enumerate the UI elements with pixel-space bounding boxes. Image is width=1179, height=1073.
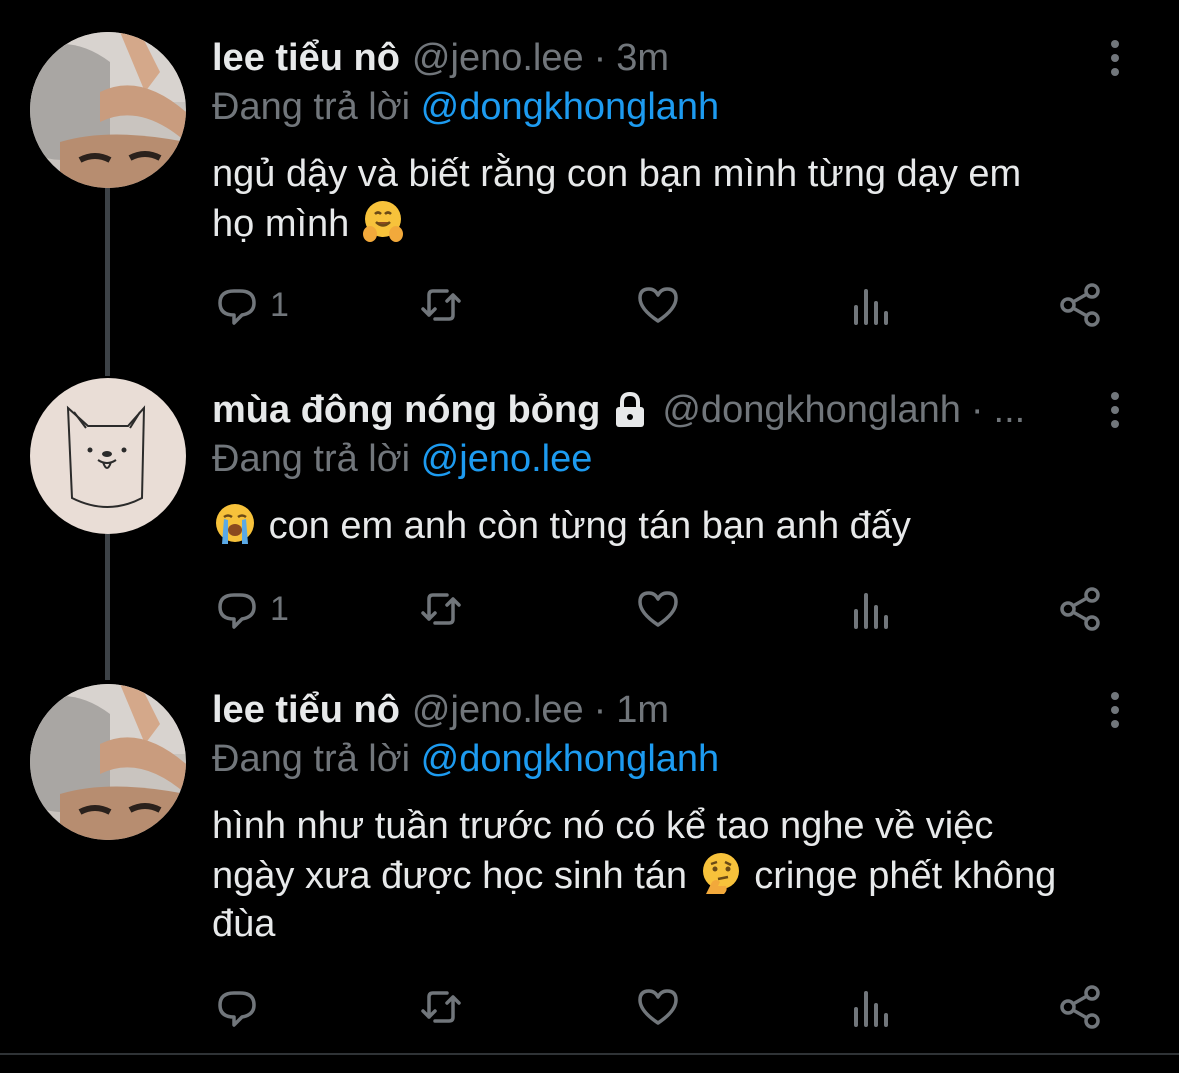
share-button[interactable] [1056,982,1104,1032]
tweet-header: lee tiểu nô @jeno.lee · 3m [212,32,669,84]
tweet-text-line: họ mình [212,198,1152,248]
tweet[interactable]: lee tiểu nô @jeno.lee · 1m Đang trả lời … [0,684,1179,1044]
reply-count: 1 [270,589,289,628]
more-options-icon[interactable] [1100,690,1130,730]
heart-icon [638,989,678,1025]
replying-to-label: Đang trả lời [212,438,411,480]
timestamp[interactable]: 1m [616,689,669,732]
replying-to-line: Đang trả lời @dongkhonglanh [212,738,719,781]
analytics-button[interactable] [846,982,894,1032]
display-name[interactable]: lee tiểu nô [212,37,400,80]
user-handle[interactable]: @jeno.lee [412,689,584,732]
tweet[interactable]: lee tiểu nô @jeno.lee · 3m Đang trả lời … [0,32,1179,342]
tweet[interactable]: mùa đông nóng bỏng @dongkhonglanh · ... … [0,378,1179,644]
photo-avatar-image [30,32,186,188]
retweet-icon [421,991,461,1023]
tweet-text-segment: cringe phết không [754,855,1057,897]
reply-count: 1 [270,285,289,324]
retweet-icon [421,289,461,321]
share-icon [1060,985,1100,1029]
retweet-icon [421,593,461,625]
analytics-icon [854,991,888,1027]
retweet-button[interactable] [417,280,465,330]
timestamp[interactable]: ... [994,389,1026,432]
dog-drawing-avatar-image [30,378,186,534]
photo-avatar-image [30,684,186,840]
loudly-crying-face-emoji [216,504,254,544]
tweet-actions: 1 [212,584,1112,634]
reply-button[interactable]: 1 [212,280,289,330]
replying-to-label: Đang trả lời [212,86,411,128]
reply-icon [218,289,256,325]
separator-dot: · [593,36,607,79]
reply-button[interactable]: 1 [212,584,289,634]
replying-to-label: Đang trả lời [212,738,411,780]
replying-to-link[interactable]: @dongkhonglanh [421,738,720,780]
avatar[interactable] [30,684,186,840]
user-handle[interactable]: @jeno.lee [412,37,584,80]
replying-to-link[interactable]: @jeno.lee [421,438,593,480]
replying-to-line: Đang trả lời @jeno.lee [212,438,592,481]
thinking-face-emoji [702,853,739,894]
analytics-button[interactable] [846,584,894,634]
tweet-actions: 1 [212,280,1112,330]
tweet-text-line: ngày xưa được học sinh tán cringe phết k… [212,850,1152,900]
tweet-header: lee tiểu nô @jeno.lee · 1m [212,684,669,736]
bottom-divider [0,1053,1179,1055]
share-icon [1060,283,1100,327]
tweet-text: con em anh còn từng tán bạn anh đấy [212,500,1152,550]
tweet-text-segment: ngày xưa được học sinh tán [212,855,688,897]
like-button[interactable] [634,584,682,634]
timestamp[interactable]: 3m [616,37,669,80]
tweet-text-line: đùa [212,903,276,945]
reply-icon [218,593,256,629]
heart-icon [638,287,678,323]
tweet-header: mùa đông nóng bỏng @dongkhonglanh · ... [212,384,1025,436]
lock-icon [616,391,645,427]
separator-dot: · [970,388,984,431]
tweet-actions [212,982,1112,1032]
more-options-icon[interactable] [1100,38,1130,78]
replying-to-line: Đang trả lời @dongkhonglanh [212,86,719,129]
user-handle[interactable]: @dongkhonglanh [662,389,961,432]
avatar[interactable] [30,378,186,534]
hugging-face-emoji [362,201,403,242]
analytics-icon [854,593,888,629]
retweet-button[interactable] [417,982,465,1032]
tweet-text: hình như tuần trước nó có kể tao nghe về… [212,802,1152,948]
tweet-text-line: con em anh còn từng tán bạn anh đấy [212,500,1152,550]
like-button[interactable] [634,280,682,330]
share-button[interactable] [1056,584,1104,634]
avatar[interactable] [30,32,186,188]
tweet-text-line: hình như tuần trước nó có kể tao nghe về… [212,805,994,847]
separator-dot: · [593,688,607,731]
like-button[interactable] [634,982,682,1032]
heart-icon [638,591,678,627]
analytics-button[interactable] [846,280,894,330]
tweet-text-line: ngủ dậy và biết rằng con bạn mình từng d… [212,153,1022,195]
reply-button[interactable] [212,982,270,1032]
share-icon [1060,587,1100,631]
more-options-icon[interactable] [1100,390,1130,430]
tweet-text-segment: họ mình [212,203,350,245]
reply-icon [218,991,256,1027]
display-name[interactable]: mùa đông nóng bỏng [212,389,600,432]
display-name[interactable]: lee tiểu nô [212,689,400,732]
retweet-button[interactable] [417,584,465,634]
share-button[interactable] [1056,280,1104,330]
reply-thread: lee tiểu nô @jeno.lee · 3m Đang trả lời … [0,0,1179,1073]
tweet-text-segment: con em anh còn từng tán bạn anh đấy [268,505,911,547]
analytics-icon [854,289,888,325]
tweet-text: ngủ dậy và biết rằng con bạn mình từng d… [212,150,1152,248]
replying-to-link[interactable]: @dongkhonglanh [421,86,720,128]
